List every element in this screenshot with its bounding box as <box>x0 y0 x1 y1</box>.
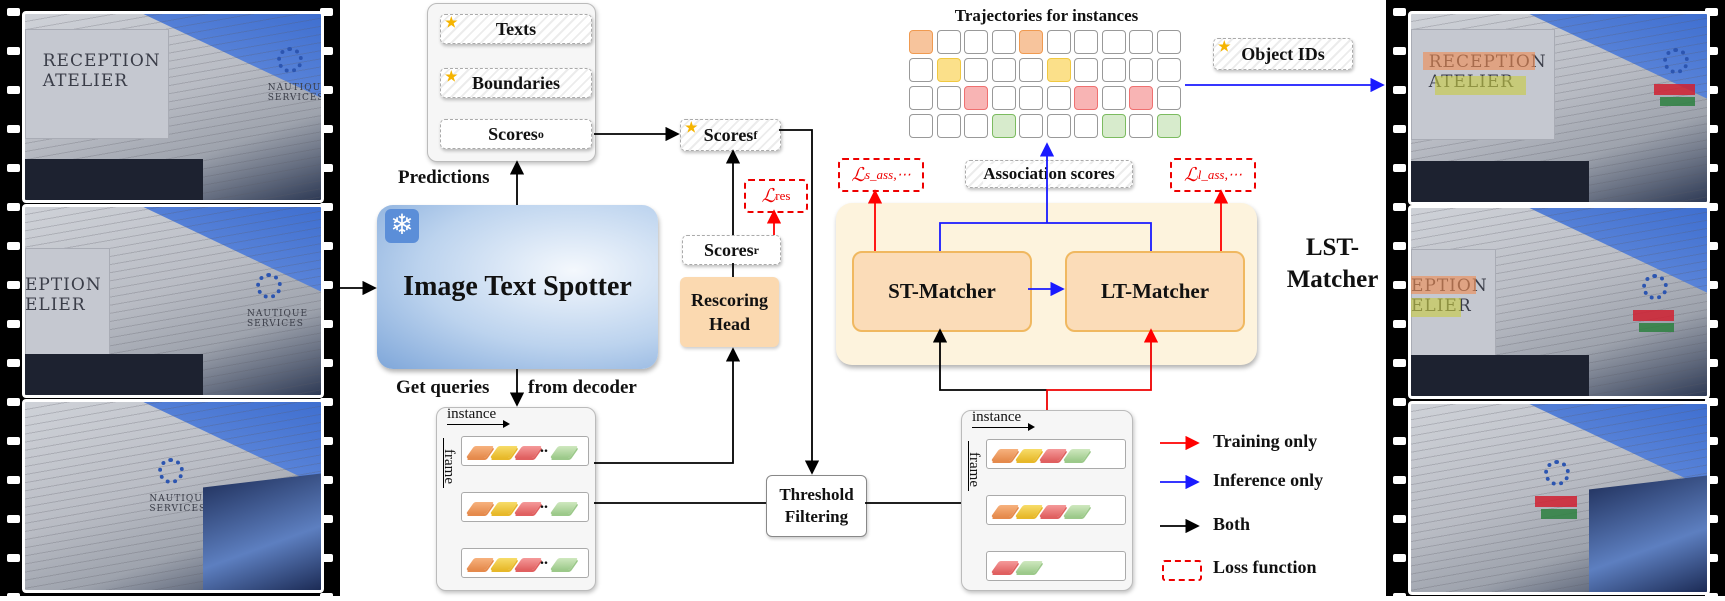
arrow-to-lt-matcher <box>1046 328 1159 410</box>
arrows-layer <box>340 77 1385 534</box>
line-matchers-to-scores <box>939 222 1152 251</box>
arrow-queries-to-rescoring <box>594 347 741 464</box>
arrow-to-st-matcher <box>932 328 1047 391</box>
arrow-scores-f-to-threshold <box>779 129 820 475</box>
